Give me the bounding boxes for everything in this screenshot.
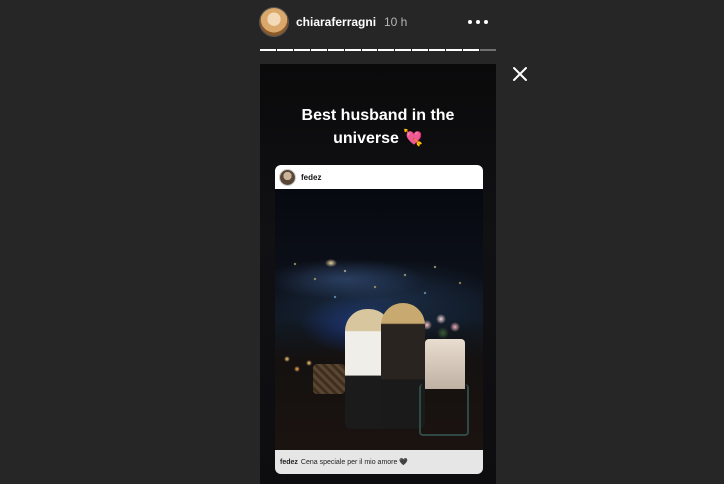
- progress-segment: [344, 49, 361, 51]
- shared-post-card[interactable]: fedez fedez Cena speciale per il mio amo…: [275, 165, 483, 474]
- more-options-button[interactable]: [468, 14, 488, 30]
- progress-segment: [361, 49, 378, 51]
- story-frame[interactable]: Best husband in the universe 💘 fedez fed…: [260, 64, 496, 484]
- progress-segment: [446, 49, 463, 51]
- handbag: [313, 364, 345, 394]
- close-icon: [513, 67, 527, 81]
- progress-segment: [429, 49, 446, 51]
- story-caption: Best husband in the universe 💘: [260, 104, 496, 150]
- progress-segment: [378, 49, 395, 51]
- progress-segment: [463, 49, 479, 51]
- city-lights: [275, 249, 483, 309]
- shared-post-photo: [275, 189, 483, 450]
- shared-post-caption: fedez Cena speciale per il mio amore 🖤: [275, 450, 483, 474]
- username[interactable]: chiaraferragni: [296, 15, 376, 29]
- story-viewer: chiaraferragni 10 h Best husband in the …: [0, 0, 724, 484]
- more-horizontal-icon: [468, 20, 472, 24]
- story-caption-line2: universe: [333, 130, 399, 147]
- caption-username: fedez: [280, 458, 298, 466]
- shared-post-header[interactable]: fedez: [275, 165, 483, 189]
- progress-segment: [293, 49, 310, 51]
- story-header: chiaraferragni 10 h: [260, 8, 496, 38]
- story-progress-bar: [260, 49, 496, 51]
- progress-segment: [276, 49, 293, 51]
- avatar[interactable]: [260, 8, 288, 36]
- progress-segment: [395, 49, 412, 51]
- caption-text: Cena speciale per il mio amore 🖤: [300, 459, 409, 466]
- chair: [419, 384, 469, 436]
- progress-segment: [310, 49, 327, 51]
- shared-post-username: fedez: [301, 172, 322, 182]
- close-button[interactable]: [510, 64, 530, 84]
- shared-post-avatar: [280, 169, 295, 185]
- progress-segment: [260, 49, 276, 51]
- story-caption-line1: Best husband in the: [301, 107, 455, 124]
- progress-segment: [327, 49, 344, 51]
- timestamp: 10 h: [384, 15, 408, 29]
- progress-segment: [479, 49, 496, 51]
- heart-arrow-emoji: 💘: [402, 130, 423, 147]
- progress-segment: [412, 49, 429, 51]
- dinner-table: [425, 339, 465, 389]
